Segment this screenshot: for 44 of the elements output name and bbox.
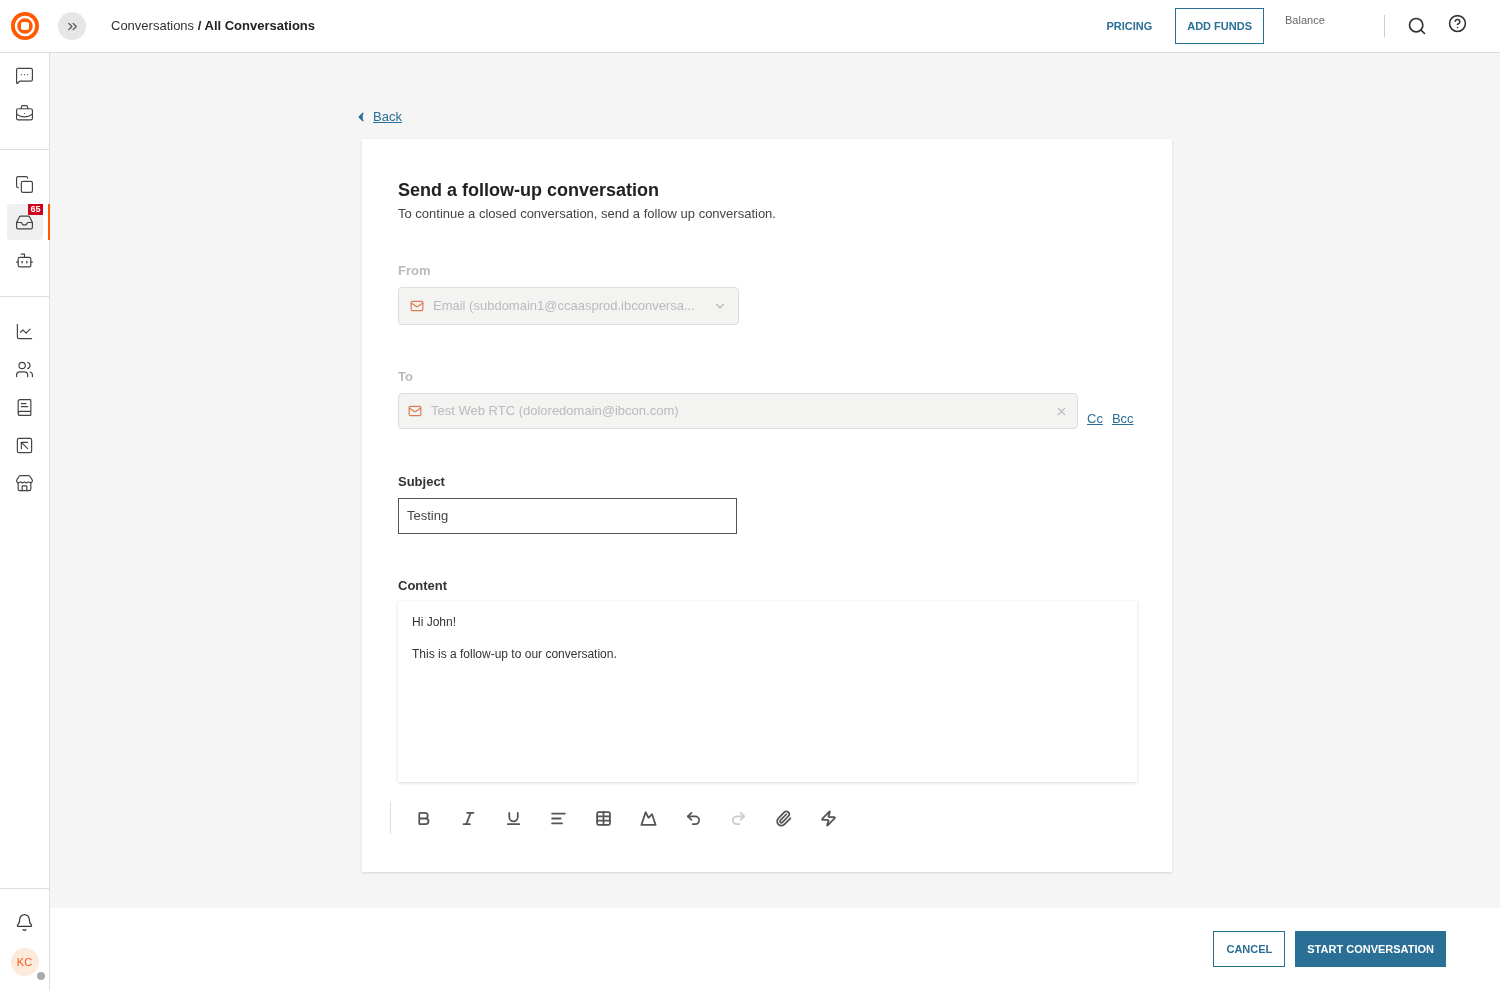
cursor-icon <box>15 435 34 455</box>
content-paragraph: Hi John! <box>412 614 458 631</box>
subject-input[interactable]: Testing <box>398 497 737 534</box>
breadcrumb-separator: / <box>196 18 203 34</box>
sidebar-item[interactable]: 65 <box>6 204 43 240</box>
bell-icon[interactable] <box>15 913 34 932</box>
store-icon <box>15 473 34 493</box>
image-icon <box>639 809 657 827</box>
content-paragraph: This is a follow-up to our conversation. <box>412 646 618 663</box>
form-subtitle: To continue a closed conversation, send a follow up conversation. <box>398 204 777 223</box>
chart-icon <box>15 321 34 341</box>
content-label: Content <box>398 576 449 595</box>
undo-icon <box>684 809 702 827</box>
user-avatar[interactable]: KC <box>10 948 39 976</box>
search-icon[interactable] <box>1407 16 1427 36</box>
start-conversation-button[interactable]: START CONVERSATION <box>1295 931 1446 967</box>
back-link[interactable]: Back <box>354 107 402 127</box>
breadcrumb-link[interactable]: Conversations <box>111 18 195 34</box>
form-title: Send a follow-up conversation <box>398 178 661 202</box>
table-icon <box>594 809 612 827</box>
users-icon <box>15 359 34 379</box>
briefcase-icon <box>15 103 34 123</box>
balance-label: Balance <box>1285 14 1325 26</box>
mail-icon <box>408 404 422 418</box>
help-icon[interactable] <box>1448 14 1467 33</box>
add-funds-button[interactable]: ADD FUNDS <box>1175 8 1264 44</box>
expand-button[interactable] <box>58 12 86 40</box>
subject-label: Subject <box>398 473 446 491</box>
book-icon <box>15 397 34 417</box>
underline-icon <box>504 809 522 827</box>
content-editor[interactable]: Hi John! This is a follow-up to our conversation. <box>398 601 1137 782</box>
mail-icon <box>410 298 424 313</box>
cancel-button[interactable]: CANCEL <box>1213 931 1286 967</box>
lightning-icon <box>819 809 837 827</box>
redo-icon <box>729 809 747 827</box>
to-label: To <box>398 367 414 386</box>
paperclip-icon <box>774 809 792 827</box>
chat-icon <box>15 65 34 85</box>
from-label: From <box>398 262 432 280</box>
copy-icon <box>15 174 34 194</box>
breadcrumb-current: All Conversations <box>204 18 316 34</box>
logo-icon[interactable] <box>10 11 40 41</box>
count-badge: 65 <box>28 204 43 215</box>
pricing-link[interactable]: PRICING <box>1106 17 1153 35</box>
